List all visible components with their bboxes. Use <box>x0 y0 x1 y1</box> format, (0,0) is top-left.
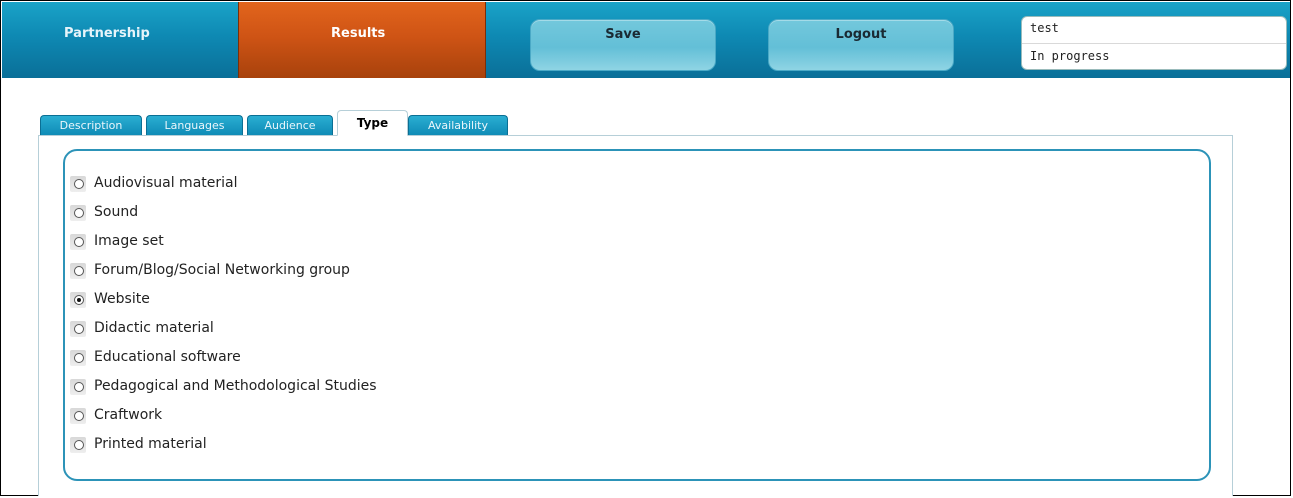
radio-circle-icon <box>74 440 84 450</box>
radio-button[interactable] <box>70 205 86 221</box>
type-option-label: Audiovisual material <box>94 175 238 191</box>
radio-circle-icon <box>74 411 84 421</box>
tab-type-label: Type <box>356 116 389 130</box>
save-button-label: Save <box>605 27 641 42</box>
tab-audience[interactable]: Audience <box>247 115 333 135</box>
radio-button[interactable] <box>70 263 86 279</box>
nav-partnership-label: Partnership <box>64 26 150 41</box>
tab-description-label: Description <box>59 119 123 132</box>
radio-circle-icon <box>74 295 84 305</box>
radio-button-selected[interactable] <box>70 292 86 308</box>
type-option-label: Sound <box>94 204 139 220</box>
type-option-label: Forum/Blog/Social Networking group <box>94 262 350 278</box>
tab-availability-label: Availability <box>428 119 488 132</box>
nav-results[interactable]: Results <box>238 2 486 78</box>
type-option-label: Educational software <box>94 349 241 365</box>
nav-partnership[interactable]: Partnership <box>2 2 238 78</box>
type-option-label: Pedagogical and Methodological Studies <box>94 378 377 394</box>
radio-button[interactable] <box>70 350 86 366</box>
radio-button[interactable] <box>70 176 86 192</box>
save-button[interactable]: Save <box>530 19 716 71</box>
radio-button[interactable] <box>70 234 86 250</box>
record-name: test <box>1030 21 1059 35</box>
type-option-label: Image set <box>94 233 164 249</box>
radio-circle-icon <box>74 179 84 189</box>
radio-circle-icon <box>74 382 84 392</box>
tab-audience-label: Audience <box>264 119 316 132</box>
status-text: In progress <box>1030 49 1110 63</box>
radio-button[interactable] <box>70 437 86 453</box>
radio-circle-icon <box>74 324 84 334</box>
logout-button[interactable]: Logout <box>768 19 954 71</box>
tab-availability[interactable]: Availability <box>408 115 508 135</box>
radio-circle-icon <box>74 237 84 247</box>
radio-dot-icon <box>77 298 81 302</box>
status-row: In progress <box>1022 43 1286 68</box>
radio-button[interactable] <box>70 408 86 424</box>
radio-circle-icon <box>74 208 84 218</box>
tab-type[interactable]: Type <box>337 110 408 136</box>
status-box: test In progress <box>1021 16 1287 70</box>
nav-results-label: Results <box>331 26 386 41</box>
type-options-group <box>63 149 1211 481</box>
logout-button-label: Logout <box>835 27 887 42</box>
type-option-label: Website <box>94 291 150 307</box>
type-option-label: Printed material <box>94 436 207 452</box>
radio-button[interactable] <box>70 321 86 337</box>
type-option-label: Didactic material <box>94 320 214 336</box>
type-option-label: Craftwork <box>94 407 163 423</box>
tab-languages[interactable]: Languages <box>146 115 243 135</box>
tab-description[interactable]: Description <box>40 115 142 135</box>
tab-languages-label: Languages <box>164 119 225 132</box>
radio-circle-icon <box>74 266 84 276</box>
radio-circle-icon <box>74 353 84 363</box>
radio-button[interactable] <box>70 379 86 395</box>
